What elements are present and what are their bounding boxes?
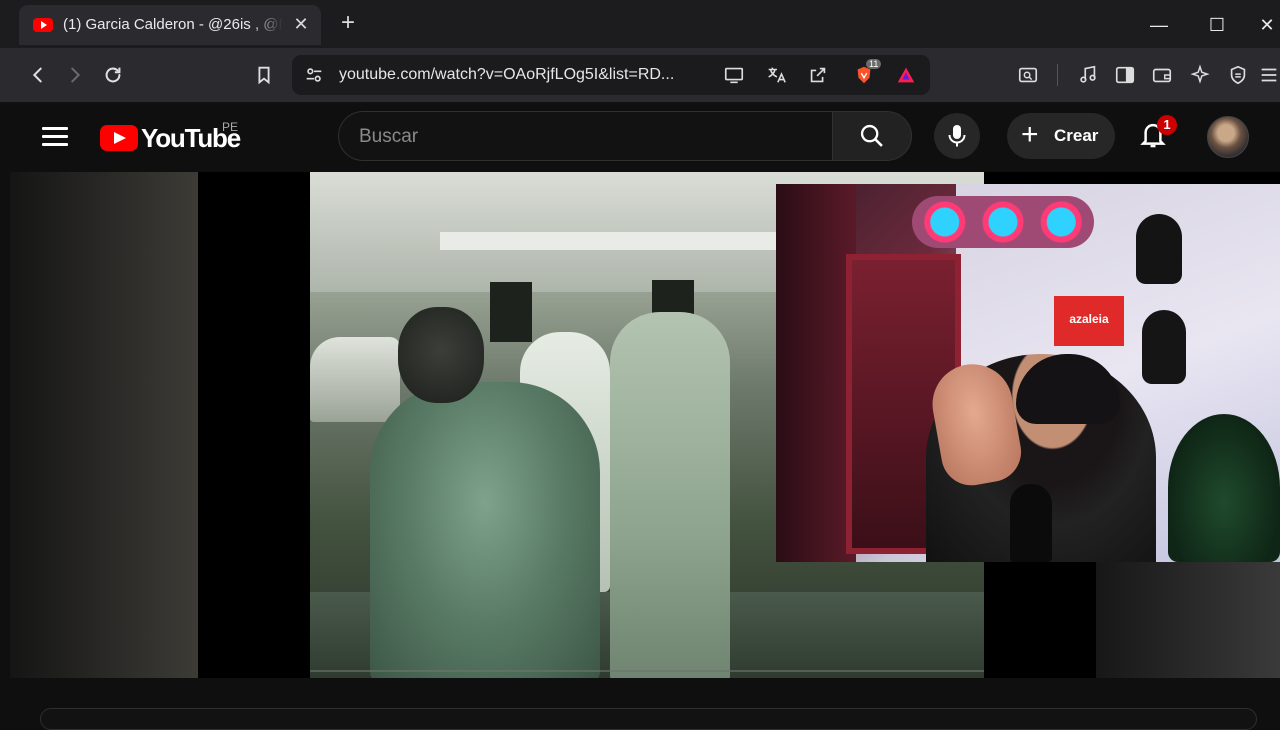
sidebar-toggle-icon[interactable] [1111, 61, 1139, 89]
create-button[interactable]: + Crear [1007, 113, 1115, 159]
foreground-person [370, 382, 600, 678]
video-info-card [40, 708, 1257, 730]
streamer-webcam-overlay: azaleia [776, 184, 1280, 562]
room-door [776, 184, 856, 562]
christmas-tree [1168, 414, 1280, 562]
back-icon[interactable] [24, 61, 52, 89]
window-close-button[interactable]: ✕ [1254, 12, 1280, 38]
search-placeholder: Buscar [359, 126, 419, 147]
search-button[interactable] [832, 111, 912, 161]
new-tab-button[interactable]: + [336, 11, 360, 36]
toolbar-divider [1057, 64, 1058, 86]
brave-rewards-icon[interactable] [892, 61, 920, 89]
building-window [490, 282, 532, 342]
wallet-icon[interactable] [1148, 61, 1176, 89]
youtube-play-icon [100, 125, 138, 151]
shoe-box-label: azaleia [1069, 312, 1109, 326]
wall-cap [1142, 310, 1186, 384]
search-icon [860, 124, 883, 147]
maximize-button[interactable]: ☐ [1204, 12, 1230, 38]
microphone-icon [948, 125, 966, 147]
browser-tabstrip: (1) Garcia Calderon - @26is , @Nat ✕ + —… [0, 0, 1280, 48]
foreground-person-head [398, 307, 484, 403]
media-music-icon[interactable] [1074, 61, 1102, 89]
menu-icon[interactable] [1258, 61, 1280, 89]
youtube-favicon-icon [33, 18, 53, 32]
translate-icon[interactable] [762, 61, 790, 89]
forward-icon[interactable] [61, 61, 89, 89]
neon-sign [912, 196, 1094, 248]
microphone-stand [1010, 484, 1052, 562]
bookmark-icon[interactable] [250, 61, 278, 89]
parked-car [310, 337, 400, 422]
minimize-button[interactable]: — [1146, 12, 1172, 38]
plus-icon: + [1021, 118, 1039, 151]
region-code: PE [222, 120, 239, 134]
cast-icon[interactable] [720, 61, 748, 89]
address-bar[interactable]: youtube.com/watch?v=OAoRjfLOg5I&list=RD.… [292, 55, 930, 95]
site-settings-icon[interactable] [300, 61, 328, 89]
browser-toolbar: youtube.com/watch?v=OAoRjfLOg5I&list=RD.… [0, 48, 1280, 103]
voice-search-button[interactable] [934, 113, 980, 159]
below-player-area [10, 678, 1280, 730]
vpn-shield-icon[interactable] [1224, 61, 1252, 89]
video-progress-line [310, 670, 984, 672]
building-band [440, 232, 780, 250]
browser-tab-active[interactable]: (1) Garcia Calderon - @26is , @Nat ✕ [19, 5, 321, 45]
reload-icon[interactable] [99, 61, 127, 89]
ambient-glow-right [1096, 562, 1280, 678]
wall-cap [1136, 214, 1182, 284]
ambient-glow-left [10, 172, 198, 678]
search-input[interactable]: Buscar [338, 111, 832, 161]
account-avatar[interactable] [1207, 116, 1249, 158]
hooded-person-tall [610, 312, 730, 678]
video-player[interactable]: azaleia [10, 172, 1280, 678]
shields-count-badge: 11 [866, 59, 882, 69]
share-icon[interactable] [804, 61, 832, 89]
tab-close-icon[interactable]: ✕ [291, 14, 311, 34]
url-text: youtube.com/watch?v=OAoRjfLOg5I&list=RD.… [339, 66, 675, 83]
notification-count-badge: 1 [1157, 115, 1177, 135]
shoe-box: azaleia [1054, 296, 1124, 346]
reader-mode-icon[interactable] [1014, 61, 1042, 89]
tab-title: (1) Garcia Calderon - @26is , @Nat [63, 16, 283, 33]
create-label: Crear [1054, 126, 1099, 145]
guide-menu-icon[interactable] [42, 124, 68, 150]
youtube-masthead: YouTube PE Buscar + Crear 1 [10, 103, 1280, 171]
leo-ai-icon[interactable] [1186, 61, 1214, 89]
